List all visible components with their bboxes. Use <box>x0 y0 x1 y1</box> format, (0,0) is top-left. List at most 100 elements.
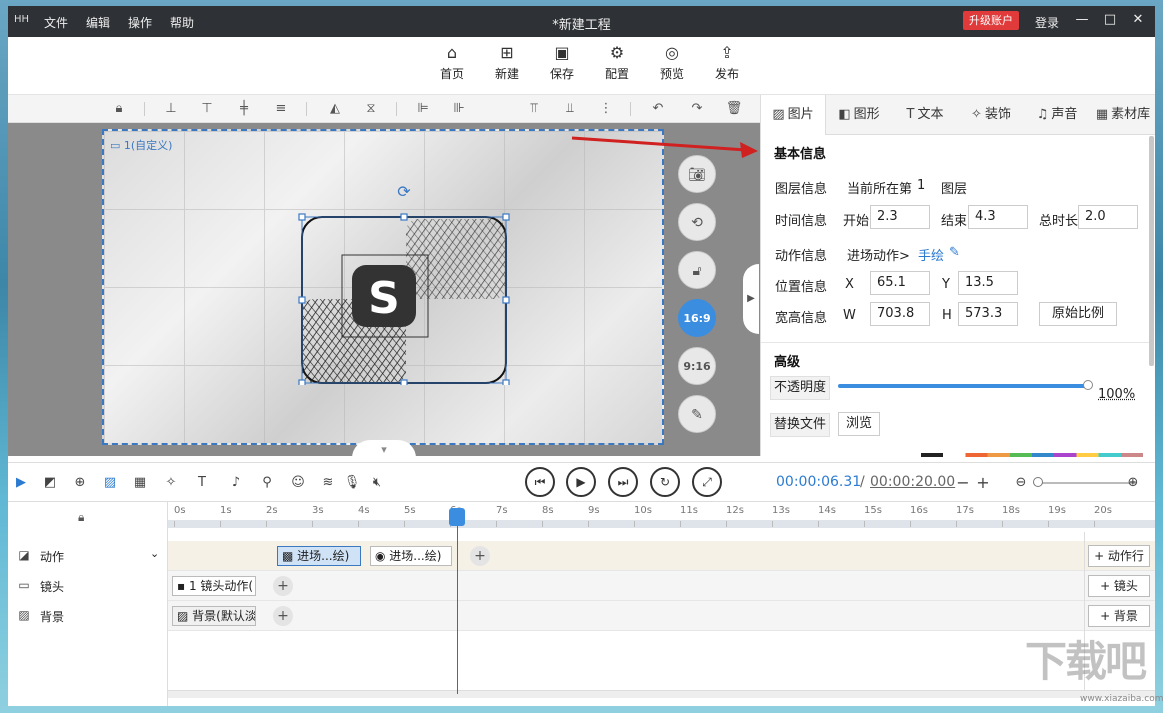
tab-library[interactable]: ▦ 素材库 <box>1090 95 1155 135</box>
timeline-hscrollbar[interactable] <box>168 690 1155 698</box>
stage[interactable]: ▭ 1(自定义) S ⟳ <box>102 129 664 445</box>
menu-edit[interactable]: 编辑 <box>86 14 110 31</box>
x-input[interactable]: 65.1 <box>870 271 930 295</box>
preview-button[interactable]: ◎ 预览 <box>652 43 692 82</box>
mute-icon[interactable]: 🔇︎ <box>368 474 386 492</box>
ratio-16-9-button[interactable]: 16:9 <box>678 299 716 337</box>
add-action-row-button[interactable]: + 动作行 <box>1088 545 1150 567</box>
increase-duration-icon[interactable]: + <box>974 474 992 492</box>
end-time-input[interactable]: 4.3 <box>968 205 1028 229</box>
audio-wave-icon[interactable]: ≋ <box>319 474 337 492</box>
tab-image[interactable]: ▨ 图片 <box>761 95 826 135</box>
action-clip-1[interactable]: ▩ 进场...绘) <box>277 546 361 566</box>
music-layer-icon[interactable]: ♪ <box>227 474 245 492</box>
user-icon[interactable]: ☺ <box>289 474 307 492</box>
add-layer-icon[interactable]: ⊕ <box>71 474 89 492</box>
add-camera-button[interactable]: + 镜头 <box>1088 575 1150 597</box>
align-right-icon[interactable]: ⊪ <box>450 100 468 118</box>
loop-button[interactable]: ↻ <box>650 467 680 497</box>
original-ratio-button[interactable]: 原始比例 <box>1039 302 1117 326</box>
edit-action-icon[interactable]: ✎ <box>949 245 960 260</box>
microphone-icon[interactable]: 🎙︎ <box>343 474 361 492</box>
opacity-slider[interactable] <box>838 384 1088 388</box>
camera-icon[interactable]: ▶︎ <box>12 474 30 492</box>
align-center-icon[interactable]: ╪ <box>235 100 253 118</box>
scrub-bar[interactable] <box>168 520 1155 528</box>
previous-button[interactable]: ⏮ <box>525 467 555 497</box>
add-action-clip-icon[interactable]: + <box>470 546 490 566</box>
next-button[interactable]: ⏭ <box>608 467 638 497</box>
background-clip-1[interactable]: ▨ 背景(默认淡 <box>172 606 256 626</box>
decrease-duration-icon[interactable]: − <box>954 474 972 492</box>
ratio-9-16-button[interactable]: 9:16 <box>678 347 716 385</box>
time-ruler[interactable]: 0s1s2s3s4s5s6s7s8s9s10s11s12s13s14s15s16… <box>168 502 1155 528</box>
tab-shape[interactable]: ◧ 图形 <box>826 95 892 135</box>
distribute-icon[interactable]: ⋮ <box>597 100 615 118</box>
effect-icon[interactable]: ✧ <box>162 474 180 492</box>
align-bottom-icon[interactable]: ⫫ <box>561 100 579 118</box>
tab-text[interactable]: T 文本 <box>892 95 958 135</box>
zoom-in-icon[interactable]: ⊕ <box>1124 474 1142 492</box>
action-entry-label[interactable]: 进场动作> <box>847 245 910 264</box>
total-time[interactable]: 00:00:20.00 <box>870 474 955 490</box>
start-time-input[interactable]: 2.3 <box>870 205 930 229</box>
camera-clip-1[interactable]: ▪ 1 镜头动作( <box>172 576 256 596</box>
duration-input[interactable]: 2.0 <box>1078 205 1138 229</box>
edit-pen-icon[interactable]: ✎ <box>678 395 716 433</box>
home-button[interactable]: ⌂ 首页 <box>432 43 472 82</box>
track-lock-icon[interactable]: 🔒︎ <box>78 510 84 525</box>
image-layer-icon[interactable]: ◩ <box>41 474 59 492</box>
fullscreen-button[interactable]: ⤢ <box>692 467 722 497</box>
align-middle-icon[interactable]: ≡ <box>272 100 290 118</box>
opacity-slider-thumb[interactable] <box>1083 380 1093 390</box>
upgrade-button[interactable]: 升级账户 <box>963 11 1019 30</box>
person-icon[interactable]: ⚲ <box>258 474 276 492</box>
selected-image[interactable]: S ⟳ <box>294 175 514 385</box>
new-button[interactable]: ⊞ 新建 <box>487 43 527 82</box>
switch-camera-icon[interactable]: ⟲ <box>678 203 716 241</box>
zoom-slider-thumb[interactable] <box>1033 477 1043 487</box>
panel-toggle-handle[interactable]: ▶ <box>743 264 759 334</box>
collapse-canvas-handle[interactable]: ▾ <box>352 440 416 458</box>
playhead-handle[interactable] <box>449 508 465 526</box>
chevron-down-icon[interactable]: ⌄ <box>150 547 159 560</box>
align-top-edge-icon[interactable]: ⊤ <box>198 100 216 118</box>
maximize-icon[interactable]: □ <box>1100 12 1120 30</box>
height-input[interactable]: 573.3 <box>958 302 1018 326</box>
menu-help[interactable]: 帮助 <box>170 14 194 31</box>
flip-vertical-icon[interactable]: ⧖ <box>362 100 380 118</box>
align-left-icon[interactable]: ⊫ <box>414 100 432 118</box>
menu-file[interactable]: 文件 <box>44 14 68 31</box>
save-button[interactable]: ▣ 保存 <box>542 43 582 82</box>
undo-icon[interactable]: ↶ <box>649 100 667 118</box>
play-button[interactable]: ▶ <box>566 467 596 497</box>
browse-button[interactable]: 浏览 <box>838 412 880 436</box>
add-background-clip-icon[interactable]: + <box>273 606 293 626</box>
mosaic-icon[interactable]: ▦ <box>131 474 149 492</box>
align-bottom-edge-icon[interactable]: ⊥ <box>162 100 180 118</box>
minimize-icon[interactable]: — <box>1072 12 1092 30</box>
unlock-icon[interactable]: 🔓︎ <box>678 251 716 289</box>
action-clip-2[interactable]: ◉ 进场...绘) <box>370 546 452 566</box>
delete-icon[interactable]: 🗑︎ <box>725 100 743 118</box>
flip-horizontal-icon[interactable]: ◭ <box>326 100 344 118</box>
align-top-icon[interactable]: ⫪ <box>525 100 543 118</box>
add-background-button[interactable]: + 背景 <box>1088 605 1150 627</box>
zoom-slider[interactable] <box>1036 482 1136 484</box>
menu-operate[interactable]: 操作 <box>128 14 152 31</box>
tab-sound[interactable]: ♫ 声音 <box>1024 95 1090 135</box>
redo-icon[interactable]: ↷ <box>688 100 706 118</box>
y-input[interactable]: 13.5 <box>958 271 1018 295</box>
action-handdraw-link[interactable]: 手绘 <box>918 245 944 264</box>
text-layer-icon[interactable]: T <box>193 474 211 492</box>
zoom-out-icon[interactable]: ⊖ <box>1012 474 1030 492</box>
config-button[interactable]: ⚙ 配置 <box>597 43 637 82</box>
background-icon[interactable]: ▨ <box>101 474 119 492</box>
login-button[interactable]: 登录 <box>1035 14 1059 31</box>
lock-icon[interactable]: 🔒︎ <box>110 100 128 118</box>
color-palette[interactable] <box>921 453 1143 457</box>
panel-scrollbar[interactable] <box>1149 136 1154 366</box>
close-icon[interactable]: ✕ <box>1128 12 1148 30</box>
tab-decoration[interactable]: ✧ 装饰 <box>958 95 1024 135</box>
add-camera-clip-icon[interactable]: + <box>273 576 293 596</box>
